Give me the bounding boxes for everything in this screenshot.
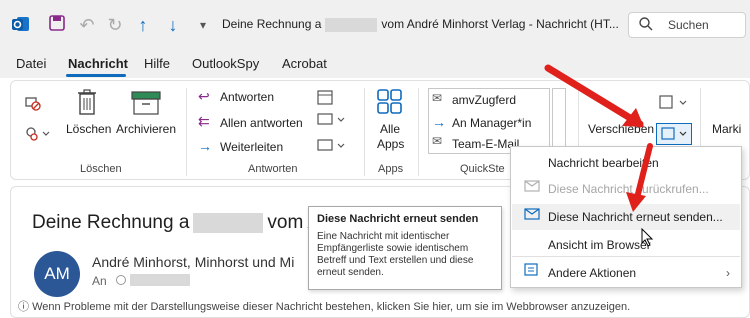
group-separator	[418, 88, 419, 176]
all-apps-line2[interactable]: Apps	[377, 137, 404, 151]
search-placeholder: Suchen	[668, 18, 709, 32]
reply-icon: ↩	[198, 88, 210, 104]
group-label-apps: Apps	[378, 163, 404, 175]
info-bar[interactable]: ⓘ Wenn Probleme mit der Darstellungsweis…	[18, 298, 738, 314]
message-subject: Deine Rechnung a vom Ar	[32, 212, 327, 233]
delete-button[interactable]: Löschen	[66, 122, 111, 136]
tooltip-title: Diese Nachricht erneut senden	[317, 213, 479, 225]
tab-acrobat[interactable]: Acrobat	[282, 56, 327, 71]
tab-outlookspy[interactable]: OutlookSpy	[192, 56, 259, 71]
group-label-antworten: Antworten	[248, 163, 298, 175]
window-title: Deine Rechnung a vom André Minhorst Verla…	[222, 17, 619, 32]
outlook-icon	[10, 14, 32, 39]
redo-icon[interactable]: ↻	[104, 14, 126, 36]
actions-icon[interactable]	[660, 126, 690, 145]
resend-icon	[522, 204, 542, 230]
tab-hilfe[interactable]: Hilfe	[144, 56, 170, 71]
recipient-redacted	[130, 274, 190, 286]
menu-separator	[512, 256, 740, 257]
info-icon: ⓘ	[18, 301, 33, 313]
avatar[interactable]: AM	[34, 251, 80, 297]
cleanup-icon[interactable]	[24, 124, 50, 145]
all-apps-line1[interactable]: Alle	[380, 122, 400, 136]
delete-icon[interactable]	[76, 88, 98, 119]
team-email-icon: ✉	[432, 134, 443, 148]
customize-toolbar-icon[interactable]: ▾	[192, 14, 214, 36]
im-reply-icon[interactable]	[316, 112, 346, 131]
other-actions-icon	[522, 260, 542, 286]
reply-all-button[interactable]: Allen antworten	[220, 116, 303, 130]
ignore-icon[interactable]	[24, 94, 42, 115]
archive-button[interactable]: Archivieren	[116, 122, 176, 136]
tooltip: Diese Nachricht erneut senden Eine Nachr…	[308, 206, 502, 290]
forward-button[interactable]: Weiterleiten	[220, 140, 283, 154]
to-manager-icon: →	[432, 114, 446, 130]
meeting-icon[interactable]	[316, 88, 334, 109]
more-respond-icon[interactable]	[316, 138, 346, 157]
search-icon	[638, 16, 654, 35]
sender-name[interactable]: André Minhorst, Minhorst und Mi	[92, 254, 294, 270]
all-apps-icon[interactable]	[376, 88, 404, 119]
group-separator	[364, 88, 365, 176]
annotation-arrow-icon	[544, 64, 644, 128]
menu-item-other-actions[interactable]: Andere Aktionen ›	[512, 260, 740, 286]
reply-button[interactable]: Antworten	[220, 90, 274, 104]
tab-datei[interactable]: Datei	[16, 56, 46, 71]
chevron-right-icon: ›	[726, 266, 730, 280]
annotation-arrow-icon	[626, 143, 653, 212]
menu-item-label: Ansicht im Browser	[548, 238, 651, 252]
group-label-loeschen: Löschen	[80, 163, 122, 175]
tooltip-body: Eine Nachricht mit identischer Empfänger…	[317, 231, 474, 278]
mark-button[interactable]: Marki	[712, 122, 741, 136]
arrow-up-icon[interactable]: ↑	[132, 14, 154, 36]
recall-icon	[522, 176, 542, 202]
mouse-cursor-icon	[641, 228, 654, 247]
group-separator	[186, 88, 187, 176]
quickstep-icon: ✉	[432, 91, 443, 105]
recipient-status-icon	[116, 275, 126, 285]
tab-nachricht[interactable]: Nachricht	[68, 56, 128, 71]
menu-item-view-in-browser[interactable]: Ansicht im Browser	[512, 232, 740, 258]
quickstep-amvzugferd[interactable]: amvZugferd	[452, 93, 516, 107]
arrow-down-icon[interactable]: ↓	[162, 14, 184, 36]
save-icon[interactable]	[46, 14, 68, 37]
to-label: An	[92, 274, 107, 288]
group-label-quicksteps: QuickSte	[460, 163, 505, 175]
reply-all-icon: ⇇	[198, 113, 210, 129]
menu-item-label: Andere Aktionen	[548, 266, 637, 280]
archive-icon[interactable]	[130, 90, 162, 119]
quickstep-manager[interactable]: An Manager*in	[452, 116, 531, 130]
forward-icon: →	[198, 138, 212, 154]
active-tab-indicator	[66, 74, 126, 77]
undo-icon[interactable]: ↶	[76, 14, 98, 36]
rules-icon[interactable]	[656, 94, 690, 115]
